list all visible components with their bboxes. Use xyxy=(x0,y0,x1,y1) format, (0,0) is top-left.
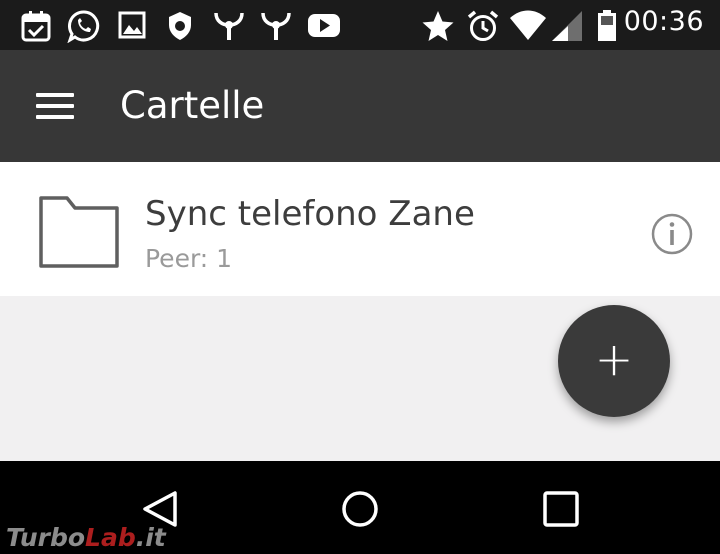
image-icon xyxy=(118,11,146,39)
whatsapp-icon xyxy=(67,10,100,43)
star-icon xyxy=(422,11,454,41)
navigation-bar: TurboLab.it xyxy=(0,461,720,554)
clock: 00:36 xyxy=(623,6,704,37)
hamburger-icon xyxy=(36,115,74,119)
battery-icon xyxy=(598,10,616,41)
alarm-icon xyxy=(467,10,499,41)
folder-name: Sync telefono Zane xyxy=(145,194,475,234)
recents-button[interactable] xyxy=(540,488,582,530)
plus-icon: + xyxy=(594,332,634,386)
folder-peers: Peer: 1 xyxy=(145,244,233,273)
info-icon[interactable] xyxy=(648,210,696,258)
signal-icon xyxy=(552,11,582,41)
shield-icon xyxy=(169,12,191,40)
status-bar: 00:36 xyxy=(0,0,720,50)
calendar-icon xyxy=(21,11,51,42)
antenna-icon xyxy=(261,12,291,40)
add-folder-button[interactable]: + xyxy=(558,305,670,417)
app-bar: Cartelle xyxy=(0,50,720,162)
watermark: TurboLab.it xyxy=(6,523,166,552)
wifi-icon xyxy=(510,10,546,40)
hamburger-icon xyxy=(36,93,74,97)
home-button[interactable] xyxy=(339,488,381,530)
youtube-icon xyxy=(308,14,340,37)
list-item[interactable]: Sync telefono Zane Peer: 1 xyxy=(0,162,720,296)
folder-icon xyxy=(39,196,119,268)
page-title: Cartelle xyxy=(120,84,265,127)
menu-button[interactable] xyxy=(26,80,86,134)
hamburger-icon xyxy=(36,104,74,108)
antenna-icon xyxy=(214,12,244,40)
